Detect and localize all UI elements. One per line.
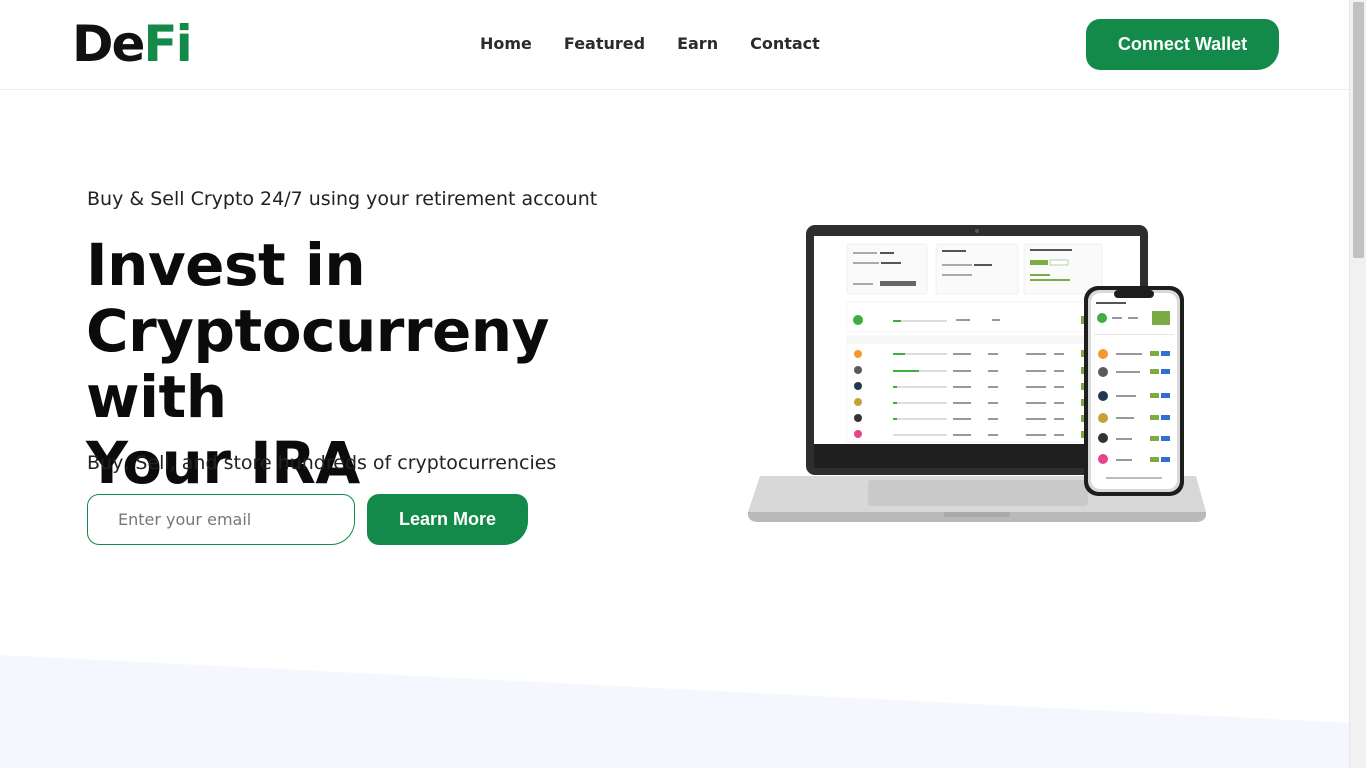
hero-subline: Buy, Sell, and store hundreds of cryptoc… (87, 452, 557, 474)
page-scrollbar[interactable] (1349, 0, 1366, 768)
logo[interactable]: DeFi (72, 14, 193, 74)
laptop-phone-illustration (748, 225, 1206, 522)
logo-part-fi: Fi (143, 15, 192, 73)
nav-contact[interactable]: Contact (750, 34, 820, 54)
headline-line-2: Cryptocurreny with (86, 297, 549, 431)
nav-featured[interactable]: Featured (564, 34, 645, 54)
main-nav: Home Featured Earn Contact (480, 34, 820, 54)
hero-eyebrow: Buy & Sell Crypto 24/7 using your retire… (87, 188, 598, 210)
section-band (0, 655, 1349, 768)
nav-earn[interactable]: Earn (677, 34, 718, 54)
connect-wallet-button[interactable]: Connect Wallet (1086, 19, 1279, 70)
logo-part-de: De (72, 15, 145, 73)
headline-line-1: Invest in (86, 231, 366, 299)
nav-home[interactable]: Home (480, 34, 532, 54)
site-header: DeFi Home Featured Earn Contact Connect … (0, 0, 1349, 90)
email-input[interactable]: Enter your email (87, 494, 355, 545)
learn-more-button[interactable]: Learn More (367, 494, 528, 545)
scrollbar-thumb[interactable] (1353, 2, 1364, 258)
